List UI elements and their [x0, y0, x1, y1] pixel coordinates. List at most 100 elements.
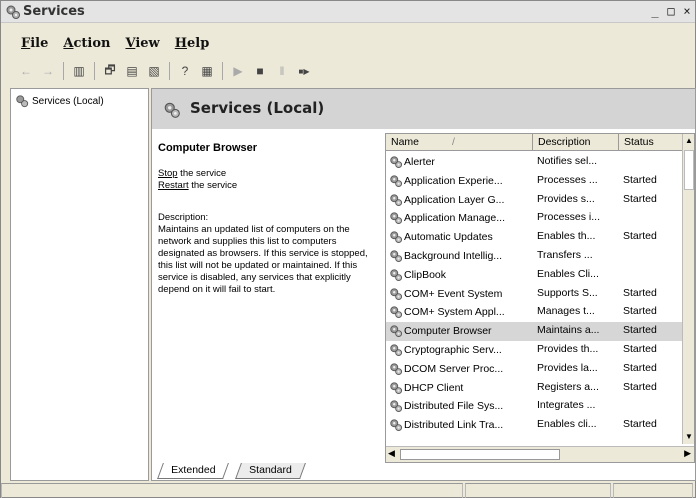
- tab-extended-label: Extended: [171, 464, 216, 476]
- toolbar-separator: [222, 62, 223, 80]
- show-hide-tree-icon[interactable]: ▥: [68, 61, 90, 81]
- menu-file[interactable]: File: [21, 36, 48, 56]
- table-row[interactable]: Distributed File Sys... Integrates ...: [386, 397, 684, 416]
- service-status-cell: Started: [623, 380, 657, 393]
- description-block: Description: Maintains an updated list o…: [158, 212, 378, 296]
- table-row[interactable]: Computer Browser Maintains a... Started: [386, 322, 684, 341]
- stop-service-icon[interactable]: ■: [249, 61, 271, 81]
- stop-action: Stop the service: [158, 168, 378, 180]
- vertical-scrollbar[interactable]: ▲ ▼: [682, 134, 694, 444]
- column-header-description[interactable]: Description: [533, 134, 619, 151]
- menu-bar: File Action View Help: [1, 36, 695, 56]
- service-status-cell: Started: [623, 342, 657, 355]
- scroll-thumb[interactable]: [684, 150, 694, 190]
- restart-action: Restart the service: [158, 180, 378, 192]
- service-gears-icon: [390, 344, 403, 357]
- service-name-cell: Cryptographic Serv...: [389, 343, 531, 357]
- title-bar[interactable]: Services _ □ ×: [1, 1, 695, 23]
- table-row[interactable]: Application Layer G... Provides s... Start…: [386, 191, 684, 210]
- table-row[interactable]: ClipBook Enables Cli...: [386, 266, 684, 285]
- pane-title: Services (Local): [190, 99, 325, 117]
- menu-view[interactable]: View: [125, 36, 159, 56]
- service-name: Automatic Updates: [404, 231, 493, 244]
- service-gears-icon: [390, 306, 403, 319]
- scroll-left-arrow-icon[interactable]: ◀: [388, 448, 395, 459]
- table-row[interactable]: Background Intellig... Transfers ...: [386, 247, 684, 266]
- service-description-cell: Notifies sel...: [537, 155, 598, 167]
- start-service-icon[interactable]: ▶: [227, 61, 249, 81]
- service-name-cell: Automatic Updates: [389, 230, 531, 244]
- export-list-icon[interactable]: ▧: [143, 61, 165, 81]
- table-row[interactable]: Distributed Link Tra... Enables cli... Sta…: [386, 416, 684, 435]
- service-description-cell: Transfers ...: [537, 248, 593, 261]
- service-name: Cryptographic Serv...: [404, 343, 502, 356]
- service-name: DHCP Client: [404, 381, 464, 394]
- pause-service-icon[interactable]: ‖: [271, 61, 293, 81]
- table-row[interactable]: Application Experie... Processes ... Start…: [386, 172, 684, 191]
- services-gears-icon: [16, 95, 29, 108]
- service-status-cell: Started: [623, 324, 657, 337]
- service-name: Distributed Link Tra...: [404, 419, 504, 432]
- table-row[interactable]: Alerter Notifies sel...: [386, 153, 684, 172]
- status-section-3: [613, 483, 693, 498]
- stop-service-link[interactable]: Stop: [158, 168, 178, 179]
- status-section-main: [1, 483, 463, 498]
- horizontal-scrollbar[interactable]: ◀ ▶: [386, 446, 694, 462]
- service-name-cell: DHCP Client: [389, 381, 531, 395]
- refresh-icon[interactable]: ▤: [121, 61, 143, 81]
- service-status-cell: Started: [623, 305, 657, 318]
- service-gears-icon: [390, 175, 403, 187]
- service-name-cell: Computer Browser: [389, 324, 531, 338]
- service-name: Application Experie...: [404, 174, 503, 187]
- service-name: COM+ System Appl...: [404, 306, 505, 319]
- menu-action[interactable]: Action: [63, 36, 110, 56]
- service-name-cell: Application Layer G...: [389, 193, 531, 207]
- service-description-cell: Maintains a...: [537, 324, 600, 337]
- table-row[interactable]: Automatic Updates Enables th... Started: [386, 228, 684, 247]
- description-label: Description:: [158, 212, 209, 223]
- services-list[interactable]: Name / Description Status Alerter Notifie…: [385, 133, 695, 463]
- service-description-cell: Integrates ...: [537, 399, 596, 412]
- service-status-cell: Started: [623, 230, 657, 243]
- service-description-cell: Registers a...: [537, 380, 599, 393]
- scroll-right-arrow-icon[interactable]: ▶: [684, 448, 691, 459]
- table-row[interactable]: COM+ Event System Supports S... Started: [386, 285, 684, 304]
- service-gears-icon: [390, 250, 403, 263]
- service-name-cell: Alerter: [389, 155, 531, 169]
- restart-service-link[interactable]: Restart: [158, 180, 189, 191]
- pane-header: Services (Local): [152, 89, 695, 129]
- toolbar-separator: [94, 62, 95, 80]
- close-button[interactable]: ×: [679, 3, 695, 19]
- service-name-cell: Distributed Link Tra...: [389, 418, 531, 432]
- service-gears-icon: [390, 231, 403, 244]
- view-icon[interactable]: ▦: [196, 61, 218, 81]
- properties-icon[interactable]: 🗗: [99, 61, 121, 81]
- restart-service-icon[interactable]: ■▶: [293, 61, 315, 81]
- tree-item-services-local[interactable]: Services (Local): [15, 94, 104, 108]
- column-header-name[interactable]: Name /: [386, 134, 533, 151]
- maximize-button[interactable]: □: [663, 3, 679, 19]
- table-row[interactable]: Application Manage... Processes i...: [386, 209, 684, 228]
- tab-standard[interactable]: Standard: [235, 463, 306, 479]
- scroll-down-arrow-icon[interactable]: ▼: [683, 430, 694, 444]
- service-name: Application Layer G...: [404, 193, 505, 206]
- service-gears-icon: [390, 287, 403, 300]
- toolbar-separator: [63, 62, 64, 80]
- tab-extended[interactable]: Extended: [157, 463, 230, 479]
- help-icon[interactable]: ?: [174, 61, 196, 81]
- column-header-status[interactable]: Status: [619, 134, 684, 151]
- forward-arrow-icon[interactable]: →: [37, 61, 59, 81]
- table-row[interactable]: Cryptographic Serv... Provides th... Start…: [386, 341, 684, 360]
- scroll-up-arrow-icon[interactable]: ▲: [683, 134, 694, 148]
- minimize-button[interactable]: _: [647, 3, 663, 19]
- menu-help[interactable]: Help: [175, 36, 210, 56]
- service-description-cell: Processes i...: [537, 211, 601, 224]
- back-arrow-icon[interactable]: ←: [15, 61, 37, 81]
- table-row[interactable]: COM+ System Appl... Manages t... Started: [386, 303, 684, 322]
- column-name-label: Name: [391, 136, 420, 148]
- horizontal-scroll-thumb[interactable]: [400, 449, 560, 460]
- status-section-2: [465, 483, 611, 498]
- service-status-cell: Started: [623, 286, 657, 299]
- table-row[interactable]: DCOM Server Proc... Provides la... Started: [386, 360, 684, 379]
- table-row[interactable]: DHCP Client Registers a... Started: [386, 379, 684, 398]
